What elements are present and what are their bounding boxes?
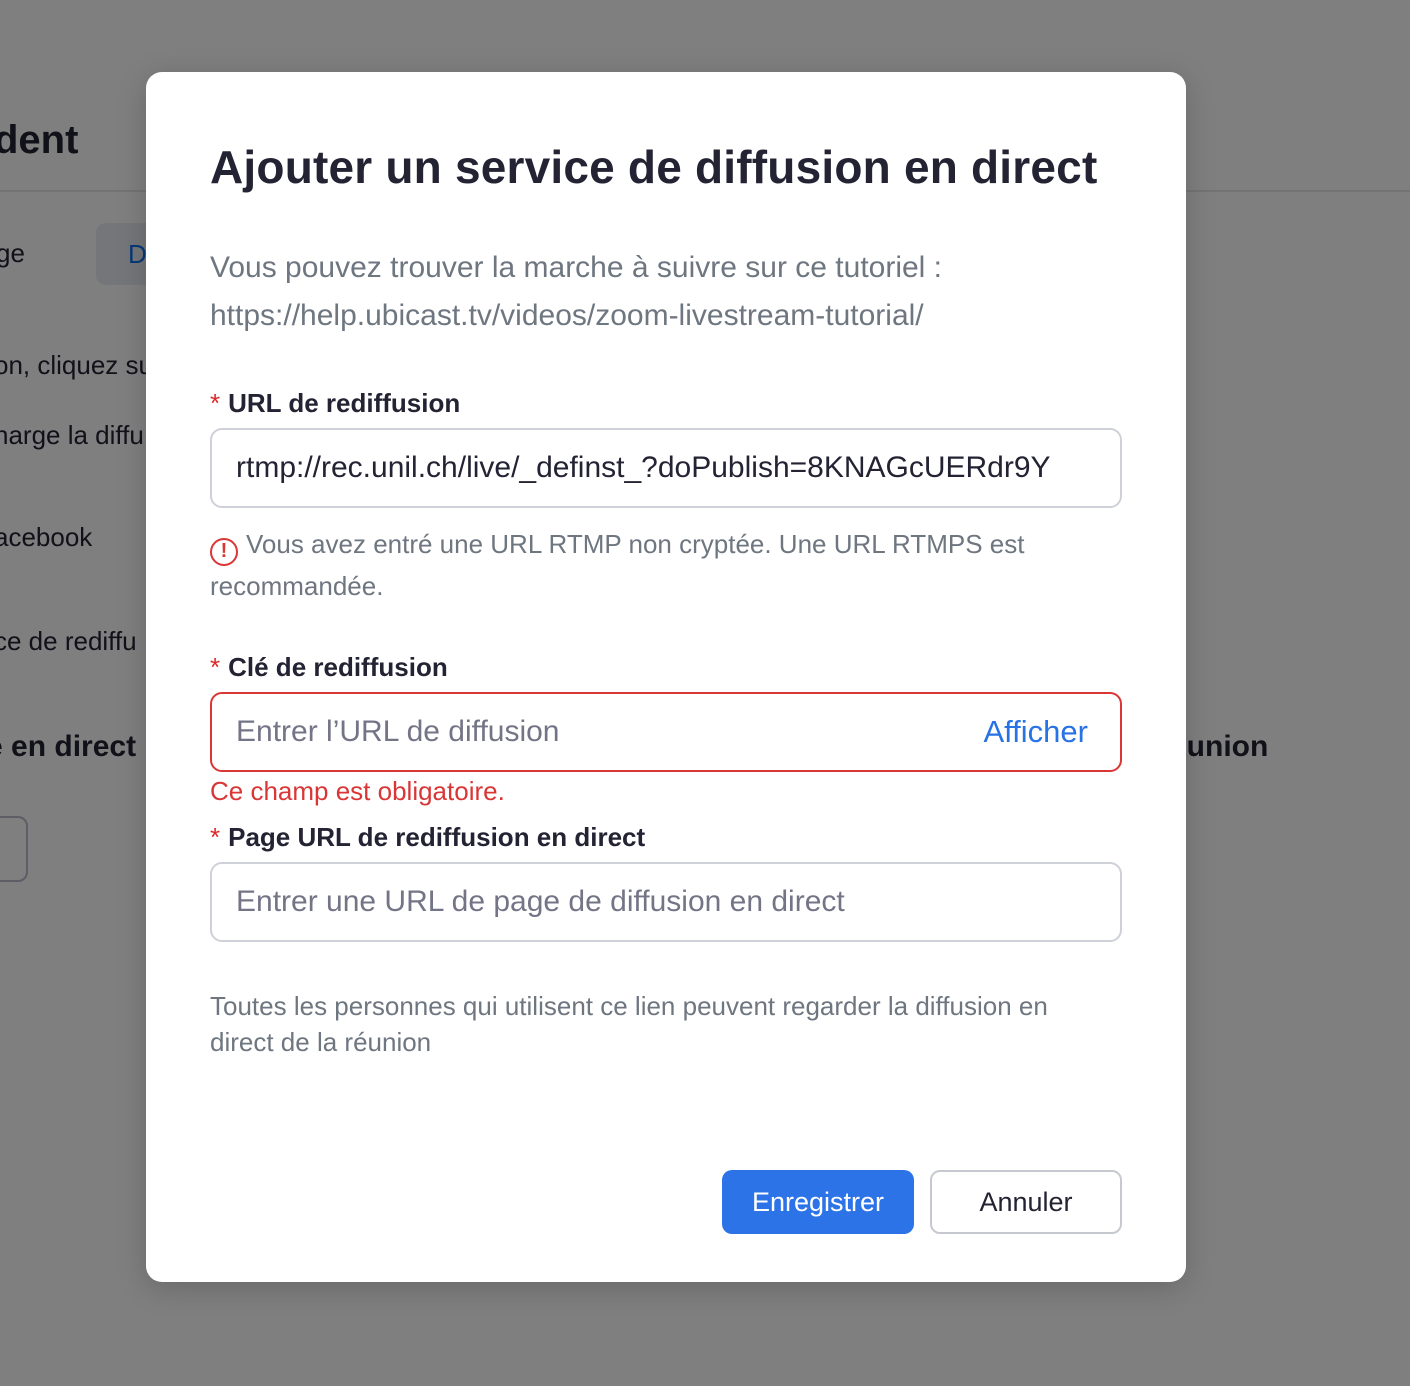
dialog-intro: Vous pouvez trouver la marche à suivre s… — [210, 244, 1110, 340]
add-livestream-dialog: Ajouter un service de diffusion en direc… — [146, 72, 1186, 1282]
stream-key-error: Ce champ est obligatoire. — [210, 776, 505, 806]
save-button[interactable]: Enregistrer — [722, 1170, 914, 1234]
tutorial-link: https://help.ubicast.tv/videos/zoom-live… — [210, 299, 924, 332]
stream-key-label-text: Clé de rediffusion — [228, 652, 448, 682]
required-marker: * — [210, 388, 221, 418]
warning-text: Vous avez entré une URL RTMP non cryptée… — [210, 529, 1025, 601]
page-url-label-text: Page URL de rediffusion en direct — [228, 822, 646, 852]
page-url-field[interactable] — [210, 862, 1122, 942]
stream-url-label-text: URL de rediffusion — [228, 388, 461, 418]
stream-key-label: * Clé de rediffusion — [210, 652, 448, 683]
stream-key-field[interactable]: Afficher — [210, 692, 1122, 772]
alert-circle-icon: ! — [210, 538, 238, 566]
required-marker: * — [210, 822, 221, 852]
required-marker: * — [210, 652, 221, 682]
page-url-input[interactable] — [212, 864, 1120, 940]
dialog-title: Ajouter un service de diffusion en direc… — [210, 141, 1098, 193]
intro-text: Vous pouvez trouver la marche à suivre s… — [210, 251, 943, 284]
cancel-button[interactable]: Annuler — [930, 1170, 1122, 1234]
page-url-label: * Page URL de rediffusion en direct — [210, 822, 645, 853]
stream-url-label: * URL de rediffusion — [210, 388, 460, 419]
stream-url-input[interactable] — [212, 430, 1120, 506]
page-url-help: Toutes les personnes qui utilisent ce li… — [210, 991, 1048, 1057]
stream-url-field[interactable] — [210, 428, 1122, 508]
show-key-link[interactable]: Afficher — [983, 694, 1088, 770]
stream-url-warning: ! Vous avez entré une URL RTMP non crypté… — [210, 524, 1090, 606]
